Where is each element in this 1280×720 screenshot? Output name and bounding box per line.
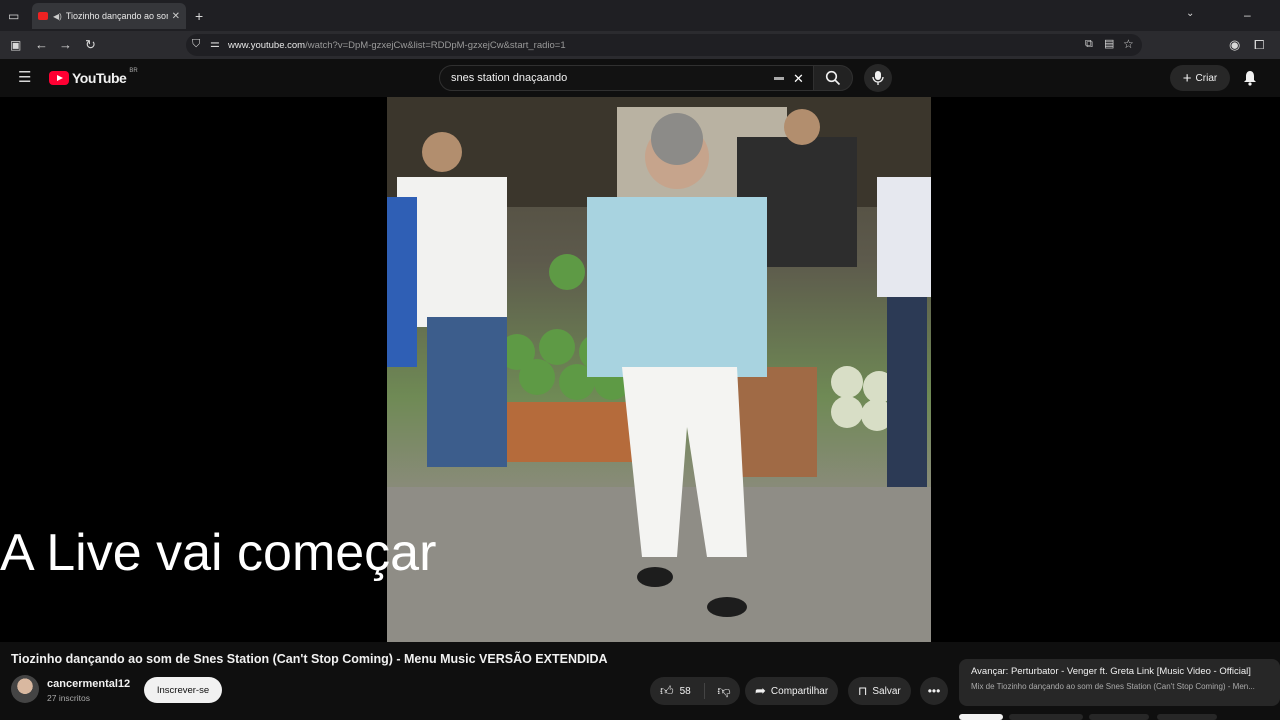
voice-search-button[interactable] (864, 64, 892, 92)
browser-tab[interactable]: ◀) Tiozinho dançando ao som ✕ (32, 3, 186, 29)
bookmark-star-icon[interactable]: ☆ (1123, 38, 1134, 50)
new-tab-icon[interactable]: + (195, 9, 203, 23)
search-button[interactable] (813, 65, 853, 91)
hamburger-menu-icon[interactable]: ☰ (18, 70, 31, 85)
site-settings-icon[interactable]: ⚌ (210, 39, 220, 50)
up-next-title: Avançar: Perturbator - Venger ft. Greta … (971, 666, 1251, 677)
microphone-icon (872, 71, 884, 85)
thumbs-down-icon: 👎︎ (717, 683, 731, 698)
live-overlay-caption: A Live vai começar (0, 524, 437, 582)
keyboard-icon[interactable]: ▬ (774, 73, 784, 83)
chip[interactable] (1157, 714, 1217, 720)
chip-active[interactable] (959, 714, 1003, 720)
save-button[interactable]: ⊓ Salvar (848, 677, 911, 705)
more-icon: ••• (927, 684, 941, 698)
create-button[interactable]: + Criar (1170, 65, 1230, 91)
create-label: Criar (1195, 72, 1218, 84)
channel-name[interactable]: cancermental12 (47, 678, 130, 690)
reader-mode-icon[interactable]: ▤ (1104, 39, 1114, 50)
up-next-card[interactable]: Avançar: Perturbator - Venger ft. Greta … (959, 659, 1280, 706)
minimize-icon[interactable]: – (1244, 9, 1251, 21)
logo-wordmark: YouTube (72, 70, 127, 86)
chip[interactable] (1009, 714, 1083, 720)
youtube-masthead: ☰ YouTube BR snes station dnaçaando ▬ ✕ … (0, 59, 1280, 97)
like-dislike-group: 👍︎ 58 👎︎ (650, 677, 740, 705)
tab-title: Tiozinho dançando ao som (65, 11, 168, 21)
sidebar-toggle-icon[interactable]: ▣ (10, 39, 21, 51)
bookmark-icon: ⊓ (858, 684, 868, 698)
back-icon[interactable]: ← (35, 38, 48, 51)
share-label: Compartilhar (770, 685, 829, 697)
video-title: Tiozinho dançando ao som de Snes Station… (11, 652, 608, 666)
address-bar[interactable]: ⛉ ⚌ www.youtube.com/watch?v=DpM-gzxejCw&… (186, 34, 1142, 56)
up-next-subtitle: Mix de Tiozinho dançando ao som de Snes … (971, 682, 1255, 691)
extensions-icon[interactable]: ⧠ (1254, 38, 1264, 51)
youtube-favicon-icon (38, 12, 48, 20)
video-scene-image (387, 97, 931, 642)
search-query: snes station dnaçaando (451, 72, 568, 84)
dislike-button[interactable]: 👎︎ (708, 677, 740, 705)
close-tab-icon[interactable]: ✕ (172, 11, 180, 22)
chevron-down-icon[interactable]: ⌄ (1186, 9, 1194, 19)
share-icon: ➦ (755, 683, 766, 698)
plus-icon: + (1182, 69, 1192, 87)
tab-menu-icon[interactable]: ▭ (8, 10, 19, 22)
shield-icon[interactable]: ⛉ (192, 39, 200, 50)
more-actions-button[interactable]: ••• (920, 677, 948, 705)
youtube-play-icon (49, 71, 69, 85)
save-label: Salvar (872, 685, 901, 697)
thumbs-up-icon: 👍︎ (660, 683, 674, 698)
clear-search-icon[interactable]: ✕ (793, 72, 804, 85)
subscribe-button[interactable]: Inscrever-se (144, 677, 222, 703)
recommendation-chips (959, 714, 1280, 720)
account-icon[interactable]: ◉ (1229, 38, 1240, 51)
picture-in-picture-icon[interactable]: ⧉ (1085, 39, 1093, 50)
browser-tab-strip: ▭ ◀) Tiozinho dançando ao som ✕ + ⌄ – (0, 0, 1280, 31)
chip[interactable] (1089, 714, 1149, 720)
video-player[interactable]: A Live vai começar (0, 97, 1280, 642)
browser-nav-bar: ▣ ← → ↻ ⛉ ⚌ www.youtube.com/watch?v=DpM-… (0, 31, 1280, 59)
country-code: BR (129, 68, 138, 74)
channel-avatar[interactable] (11, 675, 39, 703)
reload-icon[interactable]: ↻ (85, 38, 96, 51)
url-host: www.youtube.com (228, 39, 306, 51)
forward-icon[interactable]: → (59, 38, 72, 51)
notifications-bell-icon[interactable] (1243, 70, 1257, 86)
speaker-icon[interactable]: ◀) (53, 12, 62, 21)
like-count: 58 (679, 685, 691, 697)
share-button[interactable]: ➦ Compartilhar (745, 677, 839, 705)
video-frame[interactable] (387, 97, 931, 642)
like-divider (704, 683, 705, 699)
subscriber-count: 27 inscritos (47, 693, 90, 703)
like-button[interactable]: 👍︎ 58 (650, 677, 704, 705)
youtube-logo[interactable]: YouTube BR (49, 68, 138, 86)
search-input[interactable]: snes station dnaçaando ▬ ✕ (439, 65, 814, 91)
url-path: /watch?v=DpM-gzxejCw&list=RDDpM-gzxejCw&… (305, 39, 566, 51)
search-icon (825, 70, 841, 86)
